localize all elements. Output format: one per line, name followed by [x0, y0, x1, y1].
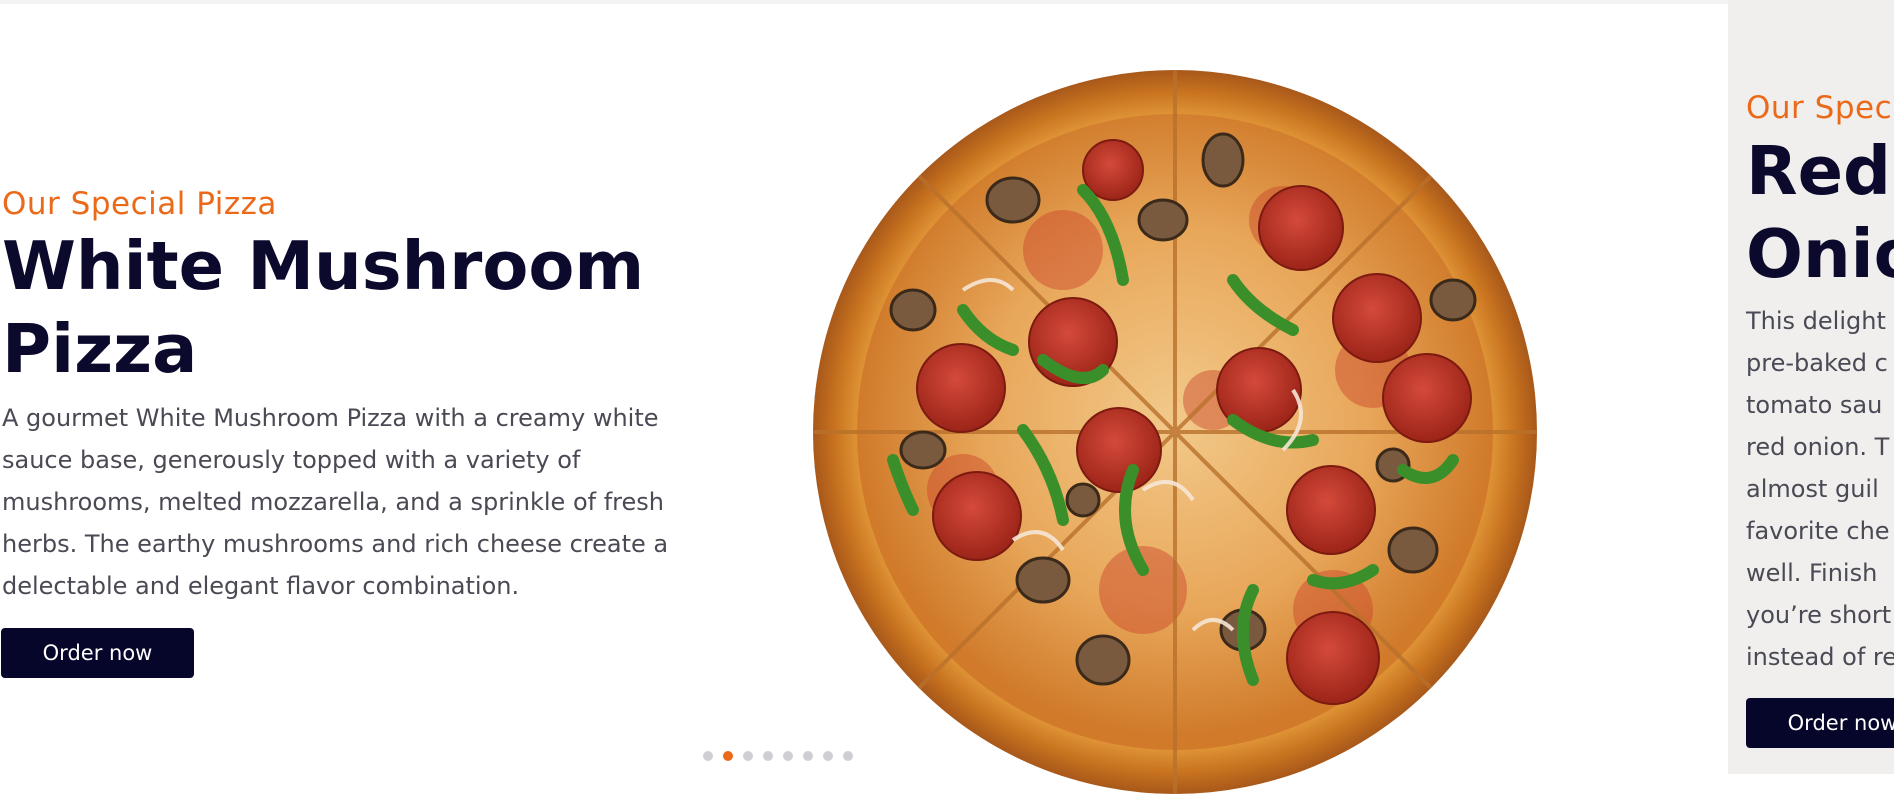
description-line: well. Finish: [1746, 559, 1878, 587]
description-line: almost guil: [1746, 475, 1879, 503]
slide-title: Red Onio: [1746, 130, 1894, 296]
slide-eyebrow: Our Special Pizza: [2, 186, 277, 222]
pagination-dot[interactable]: [783, 751, 793, 761]
order-now-button[interactable]: Order now: [1746, 698, 1894, 748]
pagination-dot[interactable]: [703, 751, 713, 761]
description-line: you’re short: [1746, 601, 1892, 629]
carousel-pagination: [703, 751, 853, 761]
pagination-dot[interactable]: [743, 751, 753, 761]
pagination-dot[interactable]: [763, 751, 773, 761]
pagination-dot[interactable]: [803, 751, 813, 761]
slide-title-line-1: Red: [1746, 132, 1891, 210]
description-line: red onion. T: [1746, 433, 1890, 461]
pagination-dot[interactable]: [823, 751, 833, 761]
slide-eyebrow: Our Speci: [1746, 90, 1894, 126]
slide-title-line-2: Pizza: [2, 310, 198, 388]
description-line: tomato sau: [1746, 391, 1883, 419]
description-line: This delight: [1746, 307, 1886, 335]
slide-description: This delight pre-baked c tomato sau red …: [1746, 300, 1894, 678]
description-line: instead of re: [1746, 643, 1894, 671]
description-line: favorite che: [1746, 517, 1890, 545]
pizza-image: [813, 70, 1537, 794]
slide-description: A gourmet White Mushroom Pizza with a cr…: [2, 404, 669, 600]
description-line: pre-baked c: [1746, 349, 1888, 377]
slide-white-mushroom: Our Special Pizza White Mushroom Pizza A…: [0, 0, 1728, 794]
pagination-dot[interactable]: [843, 751, 853, 761]
slide-red-onion: Our Speci Red Onio This delight pre-bake…: [1728, 0, 1894, 774]
pagination-dot-active[interactable]: [723, 751, 733, 761]
order-now-button[interactable]: Order now: [1, 628, 194, 678]
slide-title: White Mushroom Pizza: [2, 225, 702, 391]
slide-title-line-2: Onio: [1746, 215, 1894, 293]
slide-title-line-1: White Mushroom: [2, 227, 645, 305]
